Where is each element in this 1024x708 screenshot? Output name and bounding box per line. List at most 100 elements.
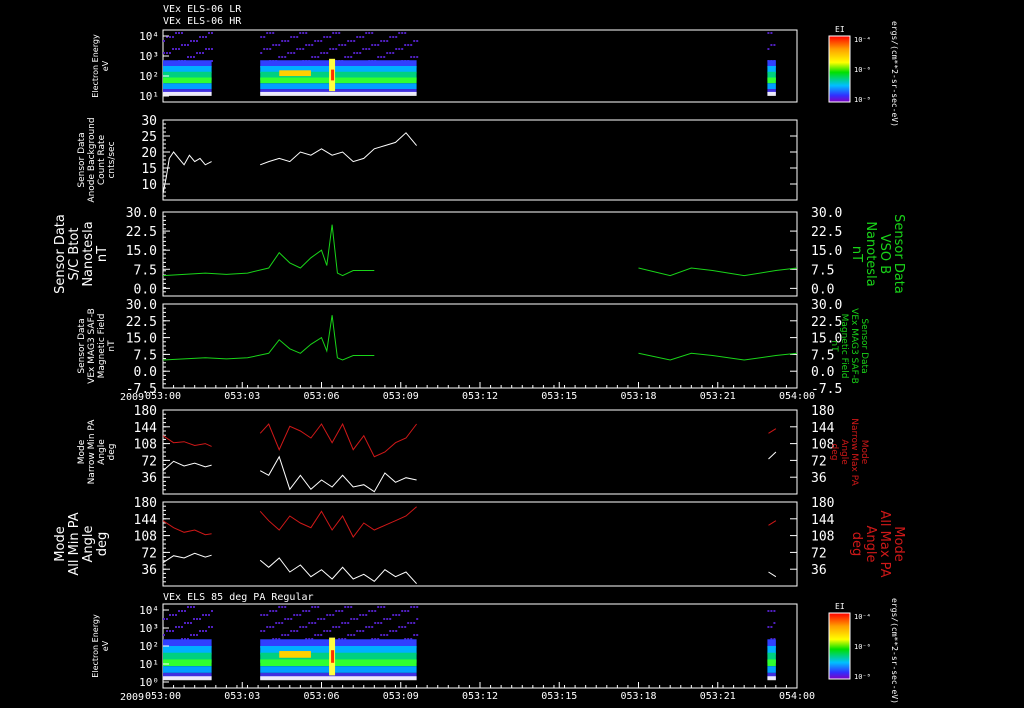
spectrogram-pixel — [196, 40, 198, 42]
y-tick-label: 22.5 — [126, 225, 157, 240]
spectrogram-band — [260, 659, 417, 667]
spectrogram-pixel — [193, 634, 195, 636]
spectrogram-pixel — [202, 614, 204, 616]
spectrogram-pixel — [266, 614, 269, 616]
spectrogram-pixel — [347, 634, 350, 636]
spectrogram-pixel — [181, 626, 183, 628]
y-tick-label-right: 22.5 — [811, 225, 842, 240]
spectrogram-pixel — [296, 36, 299, 38]
spectrogram-pixel — [380, 40, 383, 42]
series-line — [162, 315, 375, 361]
y-tick-label: 36 — [141, 563, 157, 578]
spectrogram-pixel — [353, 634, 356, 636]
spectrogram-pixel — [284, 618, 287, 620]
y-tick-label-right: 0.0 — [811, 365, 834, 380]
y-tick-label: 22.5 — [126, 315, 157, 330]
series-line — [162, 435, 212, 447]
header-line: VEx ELS-06 HR — [163, 16, 242, 27]
spectrogram-peak — [331, 69, 335, 81]
x-tick-label: 053:21 — [700, 691, 736, 702]
spectrogram-pixel — [305, 44, 308, 46]
y-tick-label-right: 144 — [811, 513, 835, 528]
spectrogram-pixel — [341, 610, 344, 612]
spectrogram-pixel — [767, 48, 770, 50]
spectrogram-pixel — [326, 36, 329, 38]
spectrogram-pixel — [190, 634, 192, 636]
spectrogram-pixel — [347, 56, 350, 58]
spectrogram-pixel — [350, 56, 353, 58]
spectrogram-pixel — [374, 44, 377, 46]
header-line: VEx ELS-06 LR — [163, 4, 242, 15]
spectrogram-pixel — [773, 610, 776, 612]
spectrogram-pixel — [416, 618, 419, 620]
spectrogram-pixel — [773, 44, 776, 46]
y-tick-label: 10⁴ — [139, 604, 159, 617]
spectrogram-band — [767, 83, 776, 90]
spectrogram-pixel — [413, 622, 416, 624]
spectrogram-pixel — [344, 44, 347, 46]
spectrogram-pixel — [269, 610, 272, 612]
spectrogram-pixel — [380, 622, 383, 624]
spectrogram-pixel — [166, 618, 168, 620]
x-tick-label: 053:09 — [383, 391, 419, 402]
spectrogram-pixel — [287, 52, 290, 54]
spectrogram-pixel — [190, 606, 192, 608]
spectrogram-pixel — [368, 48, 371, 50]
spectrogram-pixel — [193, 40, 195, 42]
spectrogram-pixel — [383, 618, 386, 620]
spectrogram-pixel — [365, 32, 368, 34]
spectrogram-pixel — [202, 630, 204, 632]
spectrogram-pixel — [332, 626, 335, 628]
spectrogram-pixel — [323, 618, 326, 620]
spectrogram-band — [163, 676, 212, 681]
spectrogram-pixel — [199, 52, 201, 54]
spectrogram-pixel — [269, 48, 272, 50]
spectrogram-pixel — [205, 630, 207, 632]
spectrogram-pixel — [311, 44, 314, 46]
spectrogram-pixel — [323, 52, 326, 54]
series-line — [259, 557, 417, 585]
spectrogram-pixel — [281, 40, 284, 42]
panel-y-label: Sensor DataVEx MAG3 SAF-BMagnetic Fieldn… — [77, 308, 117, 384]
spectrogram-pixel — [383, 40, 386, 42]
panel-y-label: Sensor DataAnode BackgroundCount Ratecnt… — [77, 117, 117, 202]
spectrogram-pixel — [374, 610, 377, 612]
colorbar-tick-label: 10⁻⁶ — [854, 66, 871, 74]
spectrogram-pixel — [371, 32, 374, 34]
spectrogram-pixel — [199, 36, 201, 38]
panel-frame — [162, 501, 798, 587]
spectrogram-pixel — [211, 626, 213, 628]
x-tick-label: 053:12 — [462, 391, 498, 402]
spectrogram-pixel — [386, 52, 389, 54]
spectrogram-pixel — [278, 622, 281, 624]
x-tick-label: 054:00 — [779, 691, 815, 702]
spectrogram-pixel — [329, 614, 332, 616]
y-tick-label-right: 72 — [811, 454, 827, 469]
y-tick-label-right: 15.0 — [811, 244, 842, 259]
series-line — [162, 460, 212, 472]
spectrogram-pixel — [208, 32, 210, 34]
spectrogram-band — [163, 666, 212, 673]
spectrogram-pixel — [311, 56, 314, 58]
spectrogram-pixel — [359, 630, 362, 632]
spectrogram-pixel — [383, 606, 386, 608]
spectrogram-pixel — [175, 32, 177, 34]
panel-frame — [162, 211, 798, 297]
spectrogram-pixel — [269, 32, 272, 34]
spectrogram-pixel — [365, 614, 368, 616]
spectrogram-pixel — [163, 52, 165, 54]
spectrogram-pixel — [287, 40, 290, 42]
spectrogram-pixel — [398, 32, 401, 34]
spectrogram-pixel — [347, 622, 350, 624]
spectrogram-pixel — [389, 52, 392, 54]
y-tick-label: 180 — [134, 404, 157, 419]
spectrogram-pixel — [404, 32, 407, 34]
spectrogram-pixel — [290, 36, 293, 38]
spectrogram-pixel — [338, 626, 341, 628]
spectrogram-pixel — [365, 626, 368, 628]
plot-stage: VEx ELS-06 LR VEx ELS-06 HR 2009 2009 EI 10⁻⁴… — [0, 0, 1024, 708]
spectrogram-pixel — [377, 622, 380, 624]
spectrogram-pixel — [205, 614, 207, 616]
spectrogram-pixel — [371, 44, 374, 46]
y-tick-label: 108 — [134, 438, 157, 453]
